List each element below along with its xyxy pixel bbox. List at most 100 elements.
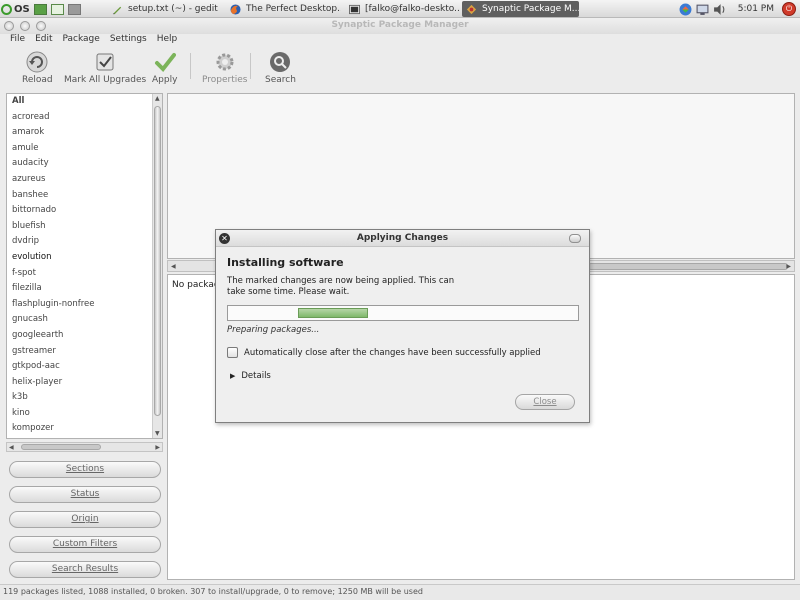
task-label: Synaptic Package M... — [482, 4, 579, 14]
list-item[interactable]: evolution — [7, 250, 162, 266]
progress-status: Preparing packages... — [227, 325, 320, 335]
progress-indicator — [298, 308, 368, 318]
details-label[interactable]: Details — [241, 371, 270, 381]
auto-close-checkbox[interactable]: Automatically close after the changes ha… — [227, 347, 541, 358]
applying-changes-dialog: ✕ Applying Changes Installing software T… — [215, 229, 590, 423]
os-logo-icon — [1, 3, 12, 15]
scroll-up-icon[interactable]: ▲ — [155, 95, 160, 102]
list-item[interactable]: acroread — [7, 110, 162, 126]
task-label: setup.txt (~) - gedit — [128, 4, 218, 14]
reload-label: Reload — [22, 75, 53, 85]
list-item[interactable]: gtkpod-aac — [7, 359, 162, 375]
list-item[interactable]: azureus — [7, 172, 162, 188]
package-list-hscrollbar[interactable]: ◀ ▶ — [6, 442, 163, 452]
list-item[interactable]: All — [7, 94, 162, 110]
scroll-right-icon[interactable]: ▶ — [786, 263, 791, 270]
terminal-launcher-icon[interactable] — [33, 3, 47, 15]
mark-all-upgrades-button[interactable]: Mark All Upgrades — [64, 51, 146, 85]
terminal-icon — [349, 4, 360, 14]
list-item[interactable]: googleearth — [7, 328, 162, 344]
list-item[interactable]: kompozer — [7, 421, 162, 437]
list-item[interactable]: banshee — [7, 188, 162, 204]
task-firefox[interactable]: The Perfect Desktop... — [226, 1, 341, 17]
menu-package[interactable]: Package — [63, 34, 100, 47]
checkbox-box[interactable] — [227, 347, 238, 358]
details-expander[interactable]: ▶ Details — [230, 371, 271, 381]
auto-close-label[interactable]: Automatically close after the changes ha… — [244, 348, 541, 358]
workspace-icon[interactable] — [67, 3, 81, 15]
list-item[interactable]: k3b — [7, 390, 162, 406]
sections-button[interactable]: Sections — [9, 461, 161, 478]
window-titlebar[interactable]: Synaptic Package Manager — [0, 18, 800, 34]
properties-label: Properties — [202, 75, 248, 85]
dialog-maximize-icon[interactable] — [569, 234, 581, 243]
list-item[interactable]: dvdrip — [7, 234, 162, 250]
scroll-left-icon[interactable]: ◀ — [171, 263, 176, 270]
package-list: All acroread amarok amule audacity azure… — [6, 93, 163, 439]
toolbar: Reload Mark All Upgrades Apply Propertie… — [0, 47, 800, 89]
scroll-thumb[interactable] — [588, 263, 788, 270]
toolbar-separator — [190, 53, 191, 79]
task-synaptic[interactable]: Synaptic Package M... — [462, 1, 579, 17]
apply-checkmark-icon — [154, 53, 176, 73]
reload-icon — [26, 51, 48, 73]
list-item[interactable]: gstreamer — [7, 344, 162, 360]
mark-upgrades-icon — [96, 53, 114, 71]
list-item[interactable]: flashplugin-nonfree — [7, 297, 162, 313]
window-title: Synaptic Package Manager — [331, 20, 469, 30]
reload-button[interactable]: Reload — [22, 51, 53, 85]
mark-all-label: Mark All Upgrades — [64, 75, 147, 85]
network-icon[interactable] — [696, 3, 709, 16]
package-list-vscrollbar[interactable]: ▲ ▼ — [152, 94, 162, 438]
gedit-icon — [112, 6, 122, 14]
status-button[interactable]: Status — [9, 486, 161, 503]
system-tray: 5:01 PM ⏻ — [675, 1, 800, 17]
search-button[interactable]: Search — [265, 51, 296, 85]
dialog-description: The marked changes are now being applied… — [227, 276, 455, 297]
list-item[interactable]: amarok — [7, 125, 162, 141]
properties-button[interactable]: Properties — [202, 51, 247, 85]
menu-file[interactable]: File — [10, 34, 25, 47]
list-item[interactable]: bittornado — [7, 203, 162, 219]
menu-edit[interactable]: Edit — [35, 34, 52, 47]
scroll-right-icon[interactable]: ▶ — [155, 444, 160, 451]
scroll-thumb[interactable] — [21, 444, 101, 450]
list-item[interactable]: bluefish — [7, 219, 162, 235]
taskbar: OS setup.txt (~) - gedit The Perfect Des… — [0, 0, 800, 18]
scroll-thumb[interactable] — [154, 106, 161, 416]
apply-label: Apply — [152, 75, 178, 85]
status-bar: 119 packages listed, 1088 installed, 0 b… — [0, 584, 800, 600]
apply-button[interactable]: Apply — [152, 51, 177, 85]
close-button[interactable]: Close — [515, 394, 575, 410]
list-item[interactable]: audacity — [7, 156, 162, 172]
task-terminal[interactable]: [falko@falko-deskto... — [345, 1, 460, 17]
dialog-heading: Installing software — [227, 256, 344, 269]
scroll-left-icon[interactable]: ◀ — [9, 444, 14, 451]
list-item[interactable]: filezilla — [7, 281, 162, 297]
task-gedit[interactable]: setup.txt (~) - gedit — [108, 1, 223, 17]
show-desktop-icon[interactable] — [50, 3, 64, 15]
menu-help[interactable]: Help — [157, 34, 178, 47]
volume-icon[interactable] — [713, 3, 726, 16]
firefox-icon — [230, 3, 241, 15]
clock[interactable]: 5:01 PM — [738, 4, 774, 14]
menu-settings[interactable]: Settings — [110, 34, 147, 47]
task-label: The Perfect Desktop... — [246, 4, 341, 14]
update-notifier-icon[interactable] — [679, 3, 692, 16]
list-item[interactable]: f-spot — [7, 266, 162, 282]
list-item[interactable]: amule — [7, 141, 162, 157]
os-menu-button[interactable]: OS — [1, 3, 30, 15]
list-item[interactable]: gnucash — [7, 312, 162, 328]
search-results-button[interactable]: Search Results — [9, 561, 161, 578]
power-icon[interactable]: ⏻ — [782, 2, 796, 16]
origin-button[interactable]: Origin — [9, 511, 161, 528]
menubar: File Edit Package Settings Help — [0, 34, 800, 47]
list-item[interactable]: kino — [7, 406, 162, 422]
expander-arrow-icon[interactable]: ▶ — [230, 372, 235, 380]
scroll-down-icon[interactable]: ▼ — [155, 430, 160, 437]
dialog-title: Applying Changes — [356, 233, 449, 243]
list-item[interactable]: helix-player — [7, 375, 162, 391]
dialog-titlebar[interactable]: ✕ Applying Changes — [216, 230, 589, 247]
custom-filters-button[interactable]: Custom Filters — [9, 536, 161, 553]
task-label: [falko@falko-deskto... — [365, 4, 460, 14]
